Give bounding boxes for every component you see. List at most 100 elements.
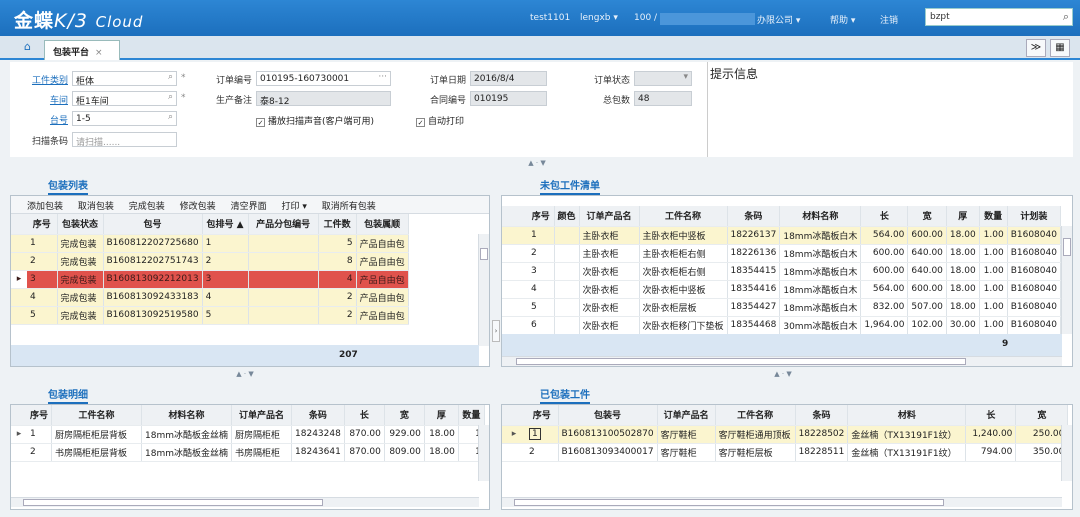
column-header[interactable]: 产品分包编号	[248, 214, 319, 235]
horizontal-scrollbar[interactable]	[11, 497, 479, 507]
table-row[interactable]: 3 次卧衣柜 次卧衣柜柜右侧 18354415 18mm冰酷板白木 600.00 640.0…	[502, 262, 1061, 281]
horizontal-scrollbar[interactable]	[502, 497, 1062, 507]
column-header[interactable]: 工件数	[318, 214, 357, 235]
table-row[interactable]: 4 完成包装 B160813092433183 4 2 产品自由包	[11, 288, 409, 307]
column-header[interactable]: 数量	[458, 405, 485, 426]
table-row[interactable]: 4 次卧衣柜 次卧衣柜中竖板 18354416 18mm冰酷板白木 564.00 600.0…	[502, 280, 1061, 299]
column-header[interactable]: 厚	[424, 405, 459, 426]
column-header[interactable]: 序号	[27, 214, 58, 235]
column-header[interactable]: 材料名称	[779, 206, 862, 227]
tab-packaging-platform[interactable]: 包装平台 ×	[44, 40, 120, 60]
org-code[interactable]: 100 /	[634, 13, 657, 23]
packed-panel: 序号 包装号 订单产品名 工件名称 条码 材料 长 宽 ▸ 1 B160813100…	[501, 404, 1073, 510]
clear-screen-button[interactable]: 清空界面	[231, 202, 267, 212]
column-header[interactable]: 包号	[103, 214, 203, 235]
work-type-field[interactable]: 柜体 ⌕	[72, 71, 177, 86]
logo: 金蝶K/3 Cloud	[14, 10, 144, 32]
column-header[interactable]: 条码	[795, 405, 849, 426]
expand-icon[interactable]: ≫	[1026, 39, 1046, 57]
column-header[interactable]: 序号	[526, 405, 559, 426]
splitter-handle[interactable]: ▲ · ▼	[523, 159, 551, 167]
column-header[interactable]: 订单产品名	[231, 405, 293, 426]
home-icon[interactable]: ⌂	[24, 40, 38, 54]
column-header[interactable]: 宽	[1015, 405, 1069, 426]
column-header[interactable]: 材料名称	[141, 405, 233, 426]
column-header[interactable]: 工件名称	[639, 206, 728, 227]
global-search-input[interactable]: bzpt ⌕	[925, 8, 1073, 26]
grid-icon[interactable]: ▦	[1050, 39, 1070, 57]
table-row[interactable]: ▸ 1 B160813100502870 客厅鞋柜 客厅鞋柜通用顶板 18228502 金丝…	[502, 425, 1069, 444]
column-header[interactable]: 颜色	[554, 206, 580, 227]
splitter-handle[interactable]: ▲ · ▼	[231, 370, 259, 378]
horizontal-scrollbar[interactable]	[502, 356, 1062, 366]
table-row[interactable]: 5 次卧衣柜 次卧衣柜层板 18354427 18mm冰酷板白木 832.00 507.00…	[502, 298, 1061, 317]
table-row[interactable]: ▸ 1 厨房隔柜柜层背板 18mm冰酷板金丝楠 厨房隔柜柜 18243248 870.00 9…	[11, 425, 485, 444]
auto-print-checkbox[interactable]: ✓ 自动打印	[416, 114, 464, 127]
vertical-scrollbar[interactable]	[478, 425, 489, 481]
column-header[interactable]: 条码	[291, 405, 345, 426]
table-row[interactable]: 5 完成包装 B160813092519580 5 2 产品自由包	[11, 306, 409, 325]
table-row[interactable]: 6 次卧衣柜 次卧衣柜移门下垫板 18354468 30mm冰酷板白木 1,964.00 1…	[502, 316, 1061, 335]
column-header[interactable]: 长	[344, 405, 385, 426]
column-header[interactable]: 厚	[946, 206, 980, 227]
column-header[interactable]: 数量	[979, 206, 1008, 227]
chevron-down-icon[interactable]: ▾	[683, 72, 688, 82]
column-header[interactable]: 长	[965, 405, 1017, 426]
account-menu[interactable]: lengxb ▾	[580, 13, 618, 23]
column-header[interactable]: 条码	[727, 206, 781, 227]
column-header[interactable]: 计划装	[1007, 206, 1061, 227]
logout-link[interactable]: 注销	[880, 13, 898, 26]
collapse-handle[interactable]: ›	[492, 320, 500, 342]
column-header[interactable]: 材料	[847, 405, 967, 426]
table-row[interactable]: 2 主卧衣柜 主卧衣柜柜右侧 18226136 18mm冰酷板白木 600.00 640.0…	[502, 244, 1061, 263]
column-header[interactable]: 包排号 ▲	[202, 214, 249, 235]
column-header[interactable]: 包装号	[558, 405, 658, 426]
vertical-scrollbar[interactable]	[478, 234, 489, 346]
workshop-field[interactable]: 柜1车间 ⌕	[72, 91, 177, 106]
vertical-scrollbar[interactable]	[1061, 226, 1072, 334]
workshop-label[interactable]: 车间	[16, 93, 68, 106]
search-icon[interactable]: ⌕	[1063, 10, 1069, 24]
table-row-selected[interactable]: ▸ 3 完成包装 B160813092212013 3 4 产品自由包	[11, 270, 409, 289]
order-no-field[interactable]: 010195-160730001 ···	[256, 71, 391, 86]
work-type-label[interactable]: 工件类别	[16, 73, 68, 86]
splitter-handle[interactable]: ▲ · ▼	[769, 370, 797, 378]
add-package-button[interactable]: 添加包装	[27, 202, 63, 212]
column-header[interactable]: 订单产品名	[579, 206, 640, 227]
close-icon[interactable]: ×	[95, 48, 103, 58]
column-header[interactable]: 长	[860, 206, 909, 227]
table-row[interactable]: 1 完成包装 B160812202725680 1 5 产品自由包	[11, 234, 409, 253]
beep-checkbox[interactable]: ✓ 播放扫描声音(客户端可用)	[256, 114, 374, 127]
table-row[interactable]: 2 B160813093400017 客厅鞋柜 客厅鞋柜层板 18228511 金丝楠（T…	[502, 443, 1069, 462]
table-row[interactable]: 1 主卧衣柜 主卧衣柜中竖板 18226137 18mm冰酷板白木 564.00 600.0…	[502, 226, 1061, 245]
print-menu-button[interactable]: 打印 ▾	[281, 202, 306, 212]
cancel-all-packages-button[interactable]: 取消所有包装	[322, 202, 376, 212]
scan-input[interactable]: 请扫描......	[72, 132, 177, 147]
table-row[interactable]: 2 完成包装 B160812202751743 2 8 产品自由包	[11, 252, 409, 271]
vertical-scrollbar[interactable]	[1061, 425, 1072, 481]
lookup-icon[interactable]: ⌕	[168, 92, 173, 102]
column-header[interactable]: 包装状态	[57, 214, 104, 235]
column-header[interactable]: 工件名称	[715, 405, 796, 426]
more-icon[interactable]: ···	[378, 72, 387, 82]
column-header[interactable]: 宽	[907, 206, 947, 227]
table-row[interactable]: 2 书房隔柜柜层背板 18mm冰酷板金丝楠 书房隔柜柜 18243641 870.00 80…	[11, 443, 485, 462]
column-header[interactable]: 订单产品名	[657, 405, 716, 426]
org-menu[interactable]: 办限公司 ▾	[757, 13, 800, 26]
help-menu[interactable]: 帮助 ▾	[830, 13, 855, 26]
column-header[interactable]: 序号	[528, 206, 555, 227]
column-header[interactable]: 包装属顺	[356, 214, 409, 235]
complete-package-button[interactable]: 完成包装	[129, 202, 165, 212]
edit-package-button[interactable]: 修改包装	[180, 202, 216, 212]
user-name[interactable]: test1101	[530, 13, 570, 23]
order-status-field[interactable]: ▾	[634, 71, 692, 86]
column-header[interactable]: 序号	[27, 405, 53, 426]
column-header[interactable]: 工件名称	[51, 405, 143, 426]
cancel-package-button[interactable]: 取消包装	[78, 202, 114, 212]
lookup-icon[interactable]: ⌕	[168, 112, 173, 122]
station-field[interactable]: 1-5 ⌕	[72, 111, 177, 126]
pack-detail-title: 包装明细	[48, 386, 88, 404]
station-label[interactable]: 台号	[16, 113, 68, 126]
column-header[interactable]: 宽	[384, 405, 425, 426]
lookup-icon[interactable]: ⌕	[168, 72, 173, 82]
